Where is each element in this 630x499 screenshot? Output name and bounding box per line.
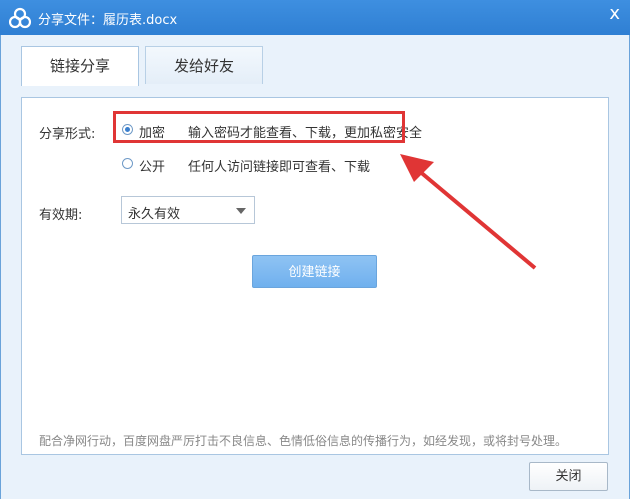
tab-send-to-friend[interactable]: 发给好友 [145,46,263,84]
validity-selected-value: 永久有效 [128,207,181,222]
chevron-down-icon [236,208,246,214]
public-description: 任何人访问链接即可查看、下载 [188,160,371,175]
validity-label: 有效期: [39,208,83,223]
baidu-netdisk-cloud-icon [9,7,31,29]
validity-select[interactable]: 永久有效 [121,196,255,224]
close-icon[interactable]: x [609,5,620,23]
share-form-label: 分享形式: [39,127,96,142]
close-button[interactable]: 关闭 [529,462,608,491]
annotation-arrow [400,154,537,270]
tab-link-share[interactable]: 链接分享 [21,46,139,86]
create-link-button[interactable]: 创建链接 [252,255,377,288]
annotation-highlight-box [113,111,405,143]
radio-public[interactable] [122,158,133,169]
title-bar: 分享文件：履历表.docx x [0,0,630,35]
radio-public-label[interactable]: 公开 [139,156,165,175]
footer-note: 配合净网行动，百度网盘严厉打击不良信息、色情低俗信息的传播行为，如经发现，或将封… [39,434,568,448]
window-title: 分享文件：履历表.docx [38,13,178,28]
